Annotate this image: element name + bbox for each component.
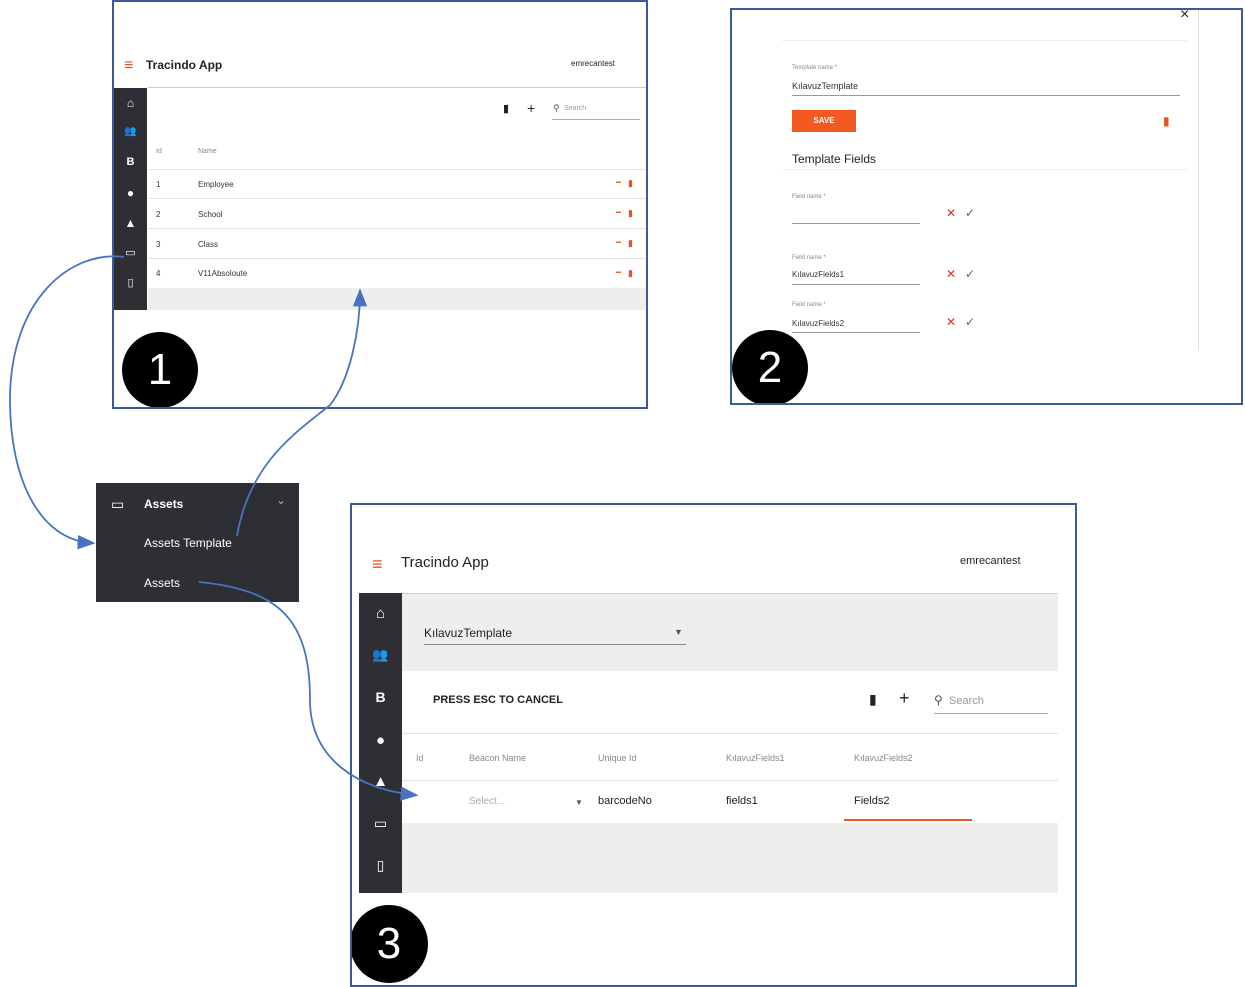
arrow-assets-to-panel3 bbox=[198, 581, 419, 801]
flow-arrows bbox=[9, 255, 419, 801]
arrow-folder-to-menu bbox=[9, 255, 125, 550]
arrow-template-to-panel1 bbox=[236, 288, 368, 537]
